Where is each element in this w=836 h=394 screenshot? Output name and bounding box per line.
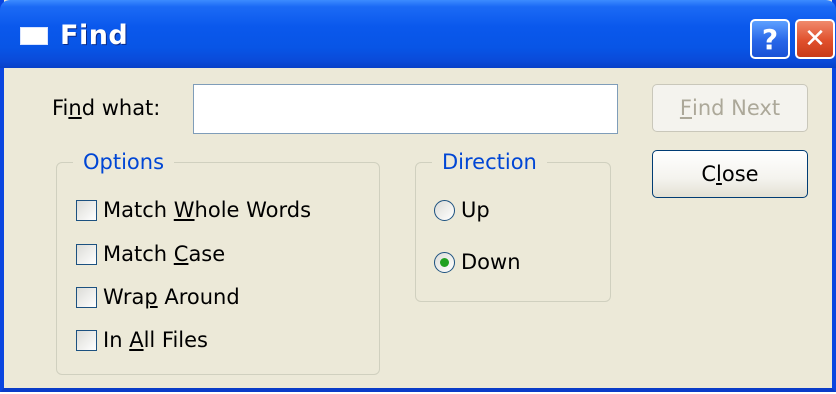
- checkbox-box[interactable]: [76, 199, 97, 221]
- direction-up-radio[interactable]: Up: [434, 198, 490, 222]
- match-case-checkbox[interactable]: Match Case: [76, 242, 225, 266]
- close-icon: ✕: [804, 24, 826, 54]
- radio-button[interactable]: [434, 199, 455, 221]
- checkbox-box[interactable]: [76, 243, 97, 265]
- title-bar[interactable]: Find ? ✕: [0, 0, 836, 68]
- checkbox-label: Wrap Around: [103, 285, 240, 309]
- match-whole-words-checkbox[interactable]: Match Whole Words: [76, 198, 311, 222]
- checkbox-label: Match Case: [103, 242, 226, 266]
- checkbox-label: Match Whole Words: [103, 198, 312, 222]
- close-button[interactable]: Cl ose: [652, 150, 808, 198]
- radio-label: Up: [461, 198, 490, 222]
- find-what-input[interactable]: [193, 84, 618, 134]
- window-title: Find: [60, 20, 129, 51]
- radio-label: Down: [461, 250, 521, 274]
- in-all-files-checkbox[interactable]: In All Files: [76, 328, 208, 352]
- checkbox-box[interactable]: [76, 329, 97, 351]
- window-icon: [20, 27, 48, 45]
- radio-selected-dot: [440, 257, 449, 267]
- help-icon: ?: [761, 22, 779, 56]
- find-what-label: Find what:: [52, 96, 161, 120]
- direction-group: Direction: [415, 150, 611, 302]
- wrap-around-checkbox[interactable]: Wrap Around: [76, 285, 240, 309]
- find-dialog: Find ? ✕ Find what: Find Next Cl ose Opti…: [0, 0, 836, 392]
- direction-legend: Direction: [442, 150, 537, 174]
- checkbox-box[interactable]: [76, 286, 97, 308]
- help-button[interactable]: ?: [750, 19, 790, 59]
- close-window-button[interactable]: ✕: [795, 19, 835, 59]
- direction-down-radio[interactable]: Down: [434, 250, 521, 274]
- radio-button[interactable]: [434, 251, 455, 273]
- options-legend: Options: [83, 150, 165, 174]
- find-next-button[interactable]: Find Next: [652, 84, 808, 132]
- checkbox-label: In All Files: [103, 328, 208, 352]
